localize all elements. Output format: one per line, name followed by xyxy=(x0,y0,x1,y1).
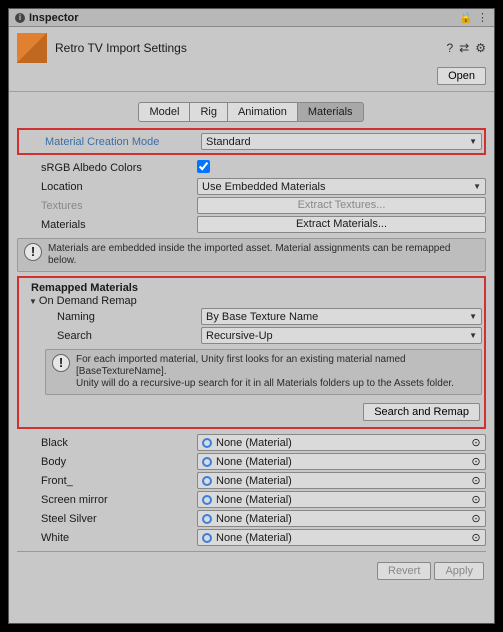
location-dropdown[interactable]: Use Embedded Materials ▼ xyxy=(197,178,486,195)
material-slot-label: Front_ xyxy=(17,475,197,487)
tab-rig[interactable]: Rig xyxy=(189,102,228,122)
preset-icon[interactable]: ⇄ xyxy=(459,41,469,55)
material-slot-row: Front_None (Material)⊙ xyxy=(17,471,486,490)
object-picker-icon[interactable]: ⊙ xyxy=(469,493,483,506)
material-slot-row: BlackNone (Material)⊙ xyxy=(17,433,486,452)
object-ring-icon xyxy=(202,533,212,543)
material-object-value: None (Material) xyxy=(216,475,469,487)
context-menu-icon[interactable]: ⋮ xyxy=(477,11,488,24)
panel-title: Inspector xyxy=(29,12,455,24)
remap-info: ! For each imported material, Unity firs… xyxy=(45,349,482,395)
inspector-body: Model Rig Animation Materials Material C… xyxy=(9,92,494,623)
importer-tabs: Model Rig Animation Materials xyxy=(17,102,486,122)
material-slot-row: Screen mirrorNone (Material)⊙ xyxy=(17,490,486,509)
object-picker-icon[interactable]: ⊙ xyxy=(469,436,483,449)
object-picker-icon[interactable]: ⊙ xyxy=(469,531,483,544)
material-object-value: None (Material) xyxy=(216,456,469,468)
highlight-material-creation-mode: Material Creation Mode Standard ▼ xyxy=(17,128,486,155)
material-object-value: None (Material) xyxy=(216,437,469,449)
search-label: Search xyxy=(21,330,201,342)
extract-materials-button[interactable]: Extract Materials... xyxy=(197,216,486,233)
extract-textures-button: Extract Textures... xyxy=(197,197,486,214)
asset-header: Retro TV Import Settings ? ⇄ ⚙ Open xyxy=(9,27,494,92)
textures-label: Textures xyxy=(17,200,197,212)
material-object-field[interactable]: None (Material)⊙ xyxy=(197,510,486,527)
material-object-field[interactable]: None (Material)⊙ xyxy=(197,453,486,470)
open-button[interactable]: Open xyxy=(437,67,486,85)
asset-name: Retro TV Import Settings xyxy=(55,41,446,55)
material-object-value: None (Material) xyxy=(216,513,469,525)
info-icon: i xyxy=(15,13,25,23)
inspector-panel: i Inspector 🔒 ⋮ Retro TV Import Settings… xyxy=(8,8,495,624)
on-demand-remap-foldout[interactable]: ▼ On Demand Remap xyxy=(21,295,482,307)
embedded-materials-info: ! Materials are embedded inside the impo… xyxy=(17,238,486,272)
object-ring-icon xyxy=(202,514,212,524)
material-object-field[interactable]: None (Material)⊙ xyxy=(197,472,486,489)
srgb-label: sRGB Albedo Colors xyxy=(17,162,197,174)
apply-button[interactable]: Apply xyxy=(434,562,484,580)
tab-model[interactable]: Model xyxy=(138,102,190,122)
location-label: Location xyxy=(17,181,197,193)
tab-animation[interactable]: Animation xyxy=(227,102,298,122)
material-creation-mode-label: Material Creation Mode xyxy=(21,136,201,148)
asset-thumbnail-icon xyxy=(17,33,47,63)
object-ring-icon xyxy=(202,495,212,505)
info-badge-icon: ! xyxy=(52,354,70,372)
materials-label: Materials xyxy=(17,219,197,231)
material-creation-mode-dropdown[interactable]: Standard ▼ xyxy=(201,133,482,150)
divider xyxy=(17,551,486,552)
object-ring-icon xyxy=(202,476,212,486)
naming-dropdown[interactable]: By Base Texture Name ▼ xyxy=(201,308,482,325)
material-object-field[interactable]: None (Material)⊙ xyxy=(197,529,486,546)
foldout-triangle-icon: ▼ xyxy=(29,297,37,306)
material-slot-row: WhiteNone (Material)⊙ xyxy=(17,528,486,547)
material-object-value: None (Material) xyxy=(216,494,469,506)
material-slot-row: BodyNone (Material)⊙ xyxy=(17,452,486,471)
chevron-down-icon: ▼ xyxy=(469,137,477,146)
material-slot-label: Screen mirror xyxy=(17,494,197,506)
srgb-checkbox[interactable] xyxy=(197,160,210,173)
object-picker-icon[interactable]: ⊙ xyxy=(469,512,483,525)
chevron-down-icon: ▼ xyxy=(469,331,477,340)
revert-button[interactable]: Revert xyxy=(377,562,431,580)
chevron-down-icon: ▼ xyxy=(473,182,481,191)
material-slot-label: Black xyxy=(17,437,197,449)
search-and-remap-button[interactable]: Search and Remap xyxy=(363,403,480,421)
object-picker-icon[interactable]: ⊙ xyxy=(469,455,483,468)
highlight-remapped-materials: Remapped Materials ▼ On Demand Remap Nam… xyxy=(17,276,486,429)
footer-buttons: Revert Apply xyxy=(17,556,486,580)
inspector-titlebar: i Inspector 🔒 ⋮ xyxy=(9,9,494,27)
object-ring-icon xyxy=(202,457,212,467)
settings-gear-icon[interactable]: ⚙ xyxy=(475,41,486,55)
search-dropdown[interactable]: Recursive-Up ▼ xyxy=(201,327,482,344)
info-badge-icon: ! xyxy=(24,243,42,261)
help-icon[interactable]: ? xyxy=(446,41,453,55)
chevron-down-icon: ▼ xyxy=(469,312,477,321)
object-picker-icon[interactable]: ⊙ xyxy=(469,474,483,487)
object-ring-icon xyxy=(202,438,212,448)
material-object-field[interactable]: None (Material)⊙ xyxy=(197,434,486,451)
remapped-materials-header: Remapped Materials xyxy=(21,280,482,295)
material-slots: BlackNone (Material)⊙BodyNone (Material)… xyxy=(17,433,486,547)
tab-materials[interactable]: Materials xyxy=(297,102,364,122)
material-slot-label: White xyxy=(17,532,197,544)
naming-label: Naming xyxy=(21,311,201,323)
lock-icon[interactable]: 🔒 xyxy=(459,11,473,24)
material-object-value: None (Material) xyxy=(216,532,469,544)
material-slot-label: Steel Silver xyxy=(17,513,197,525)
material-slot-row: Steel SilverNone (Material)⊙ xyxy=(17,509,486,528)
material-slot-label: Body xyxy=(17,456,197,468)
material-object-field[interactable]: None (Material)⊙ xyxy=(197,491,486,508)
